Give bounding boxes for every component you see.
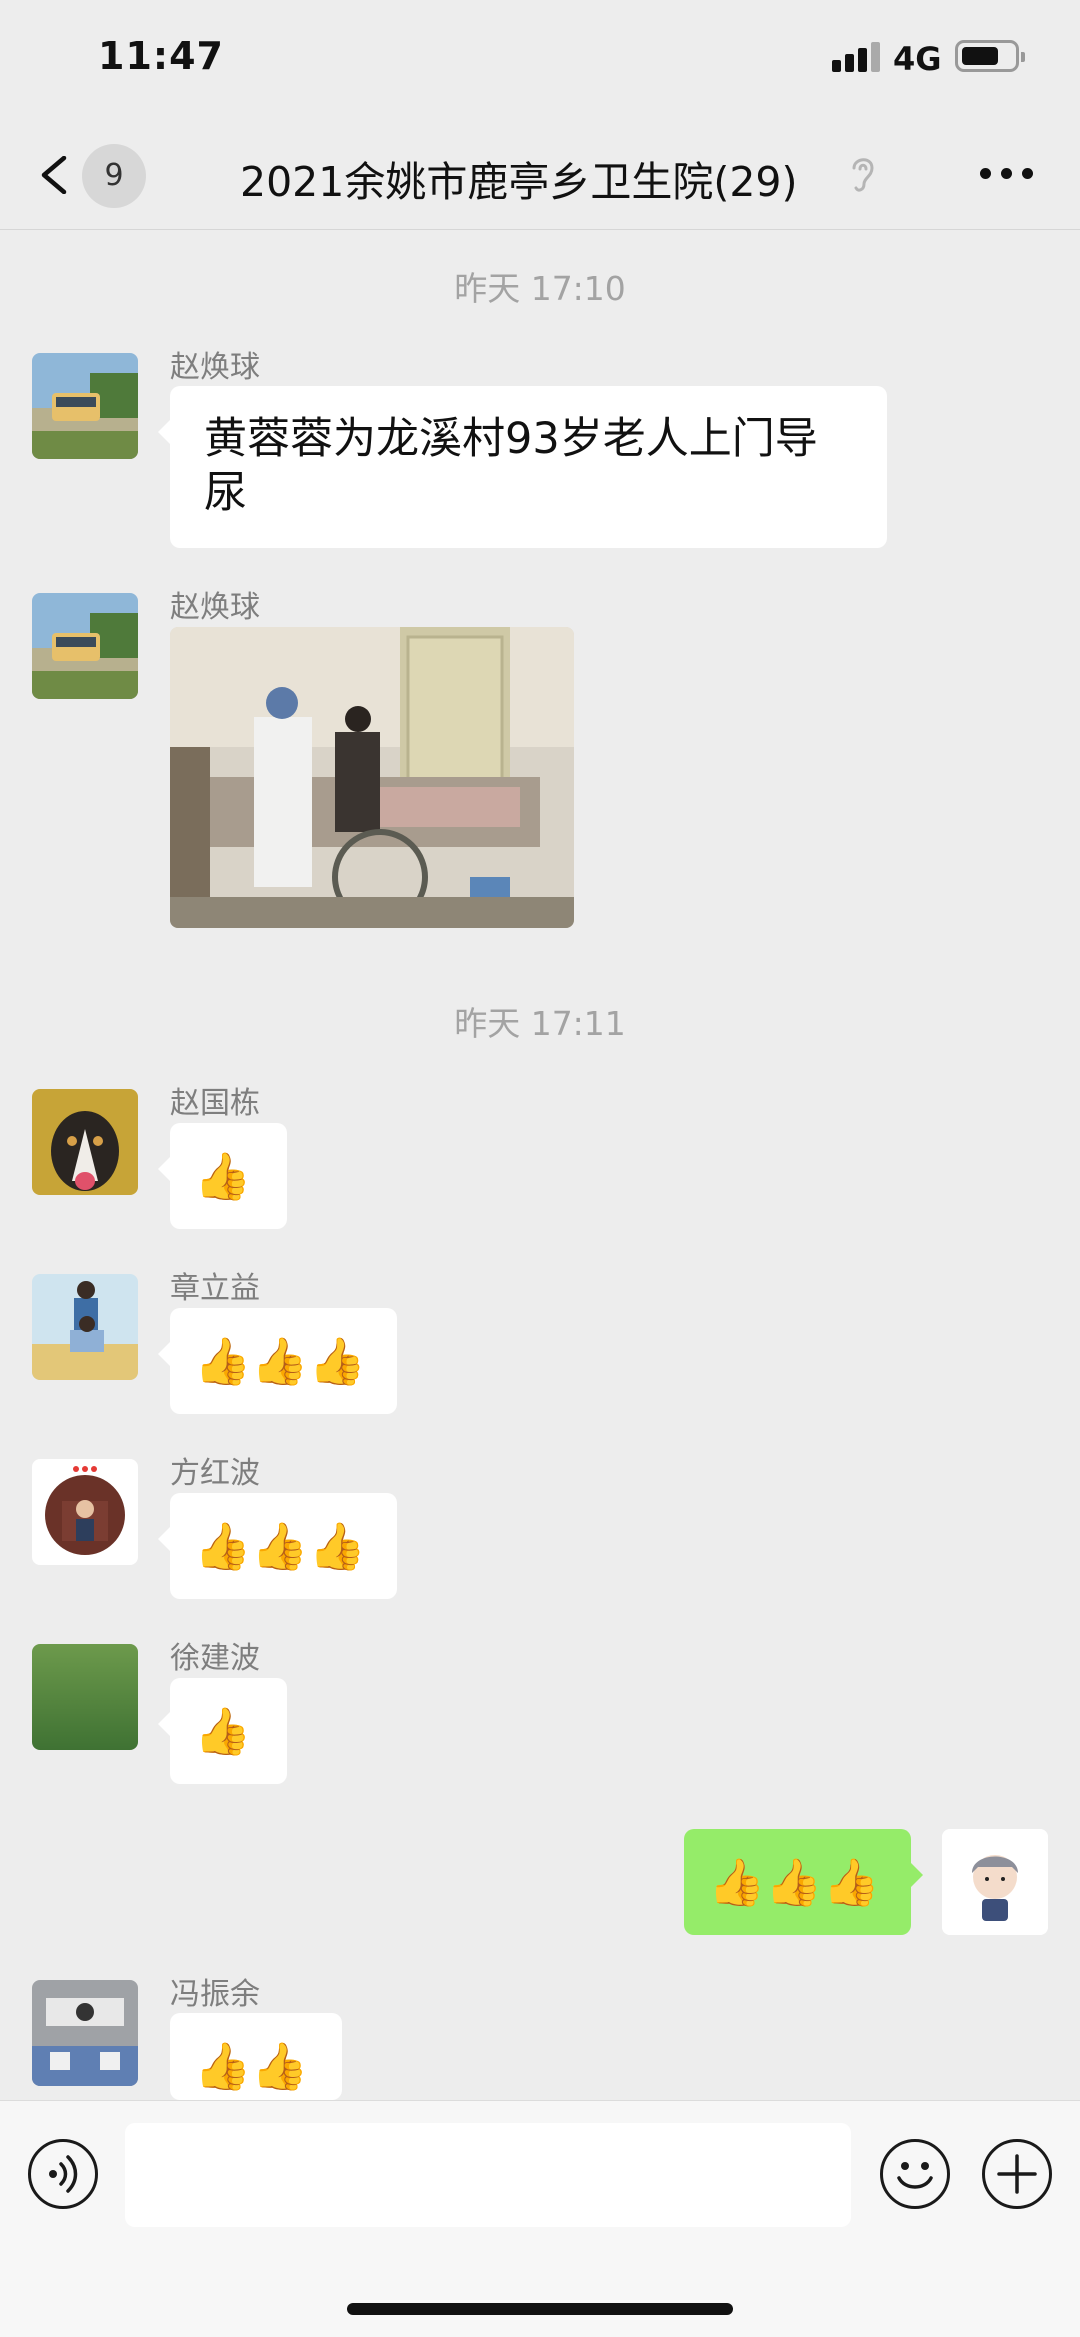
sender-name: 徐建波: [170, 1641, 260, 1676]
ear-icon: [852, 158, 874, 192]
page-title: 2021余姚市鹿亭乡卫生院(29): [240, 158, 798, 206]
home-indicator[interactable]: [347, 2303, 733, 2315]
status-time: 11:47: [98, 34, 224, 78]
own-message-bubble[interactable]: 👍👍👍: [684, 1829, 923, 1935]
thumbs-up-icon: 👍👍👍: [708, 1855, 880, 1909]
avatar[interactable]: [32, 1459, 138, 1565]
chevron-left-icon: [41, 156, 67, 194]
voice-button[interactable]: [28, 2139, 98, 2209]
network-type: 4G: [893, 40, 942, 78]
message-timestamp: 昨天 17:11: [454, 1004, 626, 1043]
message-input[interactable]: [125, 2123, 851, 2227]
photo-image: [170, 627, 574, 928]
image-message[interactable]: [170, 627, 574, 928]
more-options-button[interactable]: [980, 168, 1034, 182]
avatar[interactable]: [32, 1980, 138, 2086]
sender-name: 方红波: [170, 1456, 260, 1491]
avatar[interactable]: [32, 593, 138, 699]
message-bubble[interactable]: 👍: [158, 1678, 287, 1784]
sender-name: 赵国栋: [170, 1086, 260, 1121]
battery-icon: [955, 40, 1025, 72]
thumbs-up-icon: 👍👍👍: [194, 1519, 366, 1573]
sender-name: 赵焕球: [170, 350, 260, 385]
message-text: 黄蓉蓉为龙溪村93岁老人上门导尿: [204, 414, 818, 518]
signal-icon: [832, 42, 880, 72]
avatar[interactable]: [32, 1644, 138, 1750]
emoji-button[interactable]: [880, 2139, 950, 2209]
sender-name: 冯振余: [170, 1977, 260, 2012]
room-avatar-image: [32, 1980, 138, 2086]
thumbs-up-icon: 👍👍: [194, 2039, 309, 2093]
plus-icon: [997, 2154, 1037, 2194]
message-bubble[interactable]: 👍👍👍: [158, 1493, 397, 1599]
input-bar: [0, 2100, 1080, 2337]
smile-icon: [897, 2162, 933, 2189]
dog-avatar-image: [32, 1089, 138, 1195]
cartoon-boy-avatar-image: [942, 1829, 1048, 1935]
chat-header: 9 2021余姚市鹿亭乡卫生院(29): [0, 120, 1080, 230]
child-avatar-image: [32, 1459, 138, 1565]
sender-name: 章立益: [170, 1271, 260, 1306]
more-features-button[interactable]: [982, 2139, 1052, 2209]
message-timestamp: 昨天 17:10: [454, 269, 626, 308]
thumbs-up-icon: 👍: [194, 1149, 252, 1203]
avatar[interactable]: [32, 353, 138, 459]
back-button[interactable]: 9: [38, 142, 148, 208]
sender-name: 赵焕球: [170, 590, 260, 625]
bus-avatar-image: [32, 353, 138, 459]
thumbs-up-icon: 👍: [194, 1704, 252, 1758]
voice-icon: [49, 2155, 78, 2193]
avatar[interactable]: [32, 1089, 138, 1195]
own-avatar[interactable]: [942, 1829, 1048, 1935]
grass-avatar-image: [32, 1644, 138, 1750]
message-bubble[interactable]: 👍👍: [170, 2013, 342, 2100]
message-bubble[interactable]: 👍👍👍: [158, 1308, 397, 1414]
message-bubble[interactable]: 黄蓉蓉为龙溪村93岁老人上门导尿: [158, 386, 887, 548]
people-avatar-image: [32, 1274, 138, 1380]
unread-badge: 9: [82, 144, 146, 208]
status-bar: 11:47 4G: [0, 0, 1080, 120]
thumbs-up-icon: 👍👍👍: [194, 1334, 366, 1388]
message-bubble[interactable]: 👍: [158, 1123, 287, 1229]
bus-avatar-image: [32, 593, 138, 699]
avatar[interactable]: [32, 1274, 138, 1380]
